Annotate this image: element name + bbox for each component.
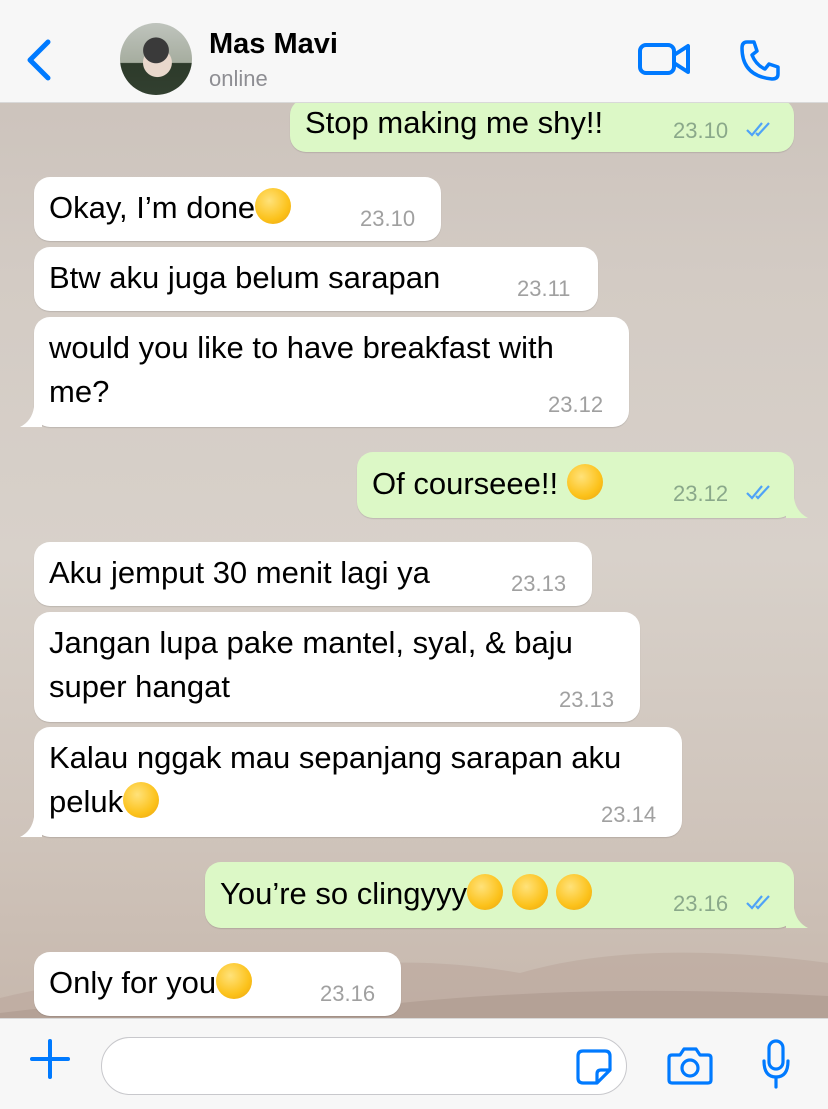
message-bubble-incoming[interactable]: Aku jemput 30 menit lagi ya 23.13 (34, 542, 592, 606)
camera-icon[interactable] (667, 1045, 713, 1085)
chat-header: Mas Mavi online (0, 0, 828, 103)
message-bubble-incoming[interactable]: Only for you 23.16 (34, 952, 401, 1016)
message-time: 23.11 (517, 276, 571, 301)
bubble-tail (786, 908, 808, 928)
message-bubble-incoming[interactable]: Jangan lupa pake mantel, syal, & baju su… (34, 612, 640, 722)
read-receipt-icon (746, 485, 770, 500)
bubble-tail (20, 817, 42, 837)
composer-bar (0, 1018, 828, 1109)
message-bubble-outgoing[interactable]: Of courseee!! 23.12 (357, 452, 808, 518)
sweat-smile-emoji (255, 188, 292, 224)
message-text: Okay, I’m done (49, 186, 292, 230)
video-camera-icon[interactable] (637, 40, 691, 78)
phone-icon[interactable] (738, 38, 782, 82)
message-text: Aku jemput 30 menit lagi ya (49, 555, 430, 590)
message-time: 23.16 (320, 981, 376, 1006)
face-peeking-emoji (511, 874, 548, 910)
message-bubble-outgoing[interactable]: You’re so clingyyy 23.16 (205, 862, 808, 928)
laughing-emoji (566, 464, 603, 500)
message-time: 23.10 (673, 118, 729, 143)
bubble-tail (20, 407, 42, 427)
message-text: Btw aku juga belum sarapan (49, 260, 441, 295)
message-bubble-incoming[interactable]: Okay, I’m done 23.10 (34, 177, 441, 241)
face-peeking-emoji (556, 874, 593, 910)
message-time: 23.12 (548, 392, 604, 417)
message-bubble-outgoing[interactable]: Stop making me shy!! 23.10 (290, 103, 794, 152)
message-time: 23.13 (559, 687, 615, 712)
message-text: Jangan lupa pake mantel, syal, & baju su… (49, 625, 573, 704)
message-text: Only for you (49, 961, 253, 1005)
message-input[interactable] (101, 1037, 627, 1095)
face-peeking-emoji (467, 874, 503, 910)
microphone-icon[interactable] (761, 1039, 791, 1091)
read-receipt-icon (746, 895, 770, 910)
message-bubble-incoming[interactable]: would you like to have breakfast with me… (20, 317, 629, 427)
message-text: Of courseee!! (372, 462, 603, 506)
winking-emoji (216, 963, 253, 999)
bubble-tail (786, 498, 808, 518)
message-text: You’re so clingyyy (220, 872, 593, 916)
message-time: 23.10 (360, 206, 416, 231)
sticker-icon[interactable] (575, 1048, 613, 1086)
message-list[interactable]: Stop making me shy!! 23.10 Okay, I’m don… (0, 103, 828, 1018)
kissing-emoji (123, 782, 160, 818)
message-time: 23.13 (511, 571, 567, 596)
message-time: 23.12 (673, 481, 729, 506)
read-receipt-icon (746, 122, 770, 137)
contact-name[interactable]: Mas Mavi (209, 28, 338, 61)
message-text: Stop making me shy!! (305, 105, 604, 140)
back-chevron-icon[interactable] (22, 38, 56, 82)
message-time: 23.16 (673, 891, 729, 916)
plus-icon[interactable] (28, 1037, 72, 1081)
contact-status: online (209, 66, 268, 91)
message-time: 23.14 (601, 802, 657, 827)
contact-avatar[interactable] (120, 23, 192, 95)
message-text: Kalau nggak mau sepanjang sarapan aku pe… (49, 740, 622, 819)
message-text: would you like to have breakfast with me… (49, 330, 554, 409)
message-bubble-incoming[interactable]: Btw aku juga belum sarapan 23.11 (34, 247, 598, 311)
message-bubble-incoming[interactable]: Kalau nggak mau sepanjang sarapan aku pe… (20, 727, 682, 837)
